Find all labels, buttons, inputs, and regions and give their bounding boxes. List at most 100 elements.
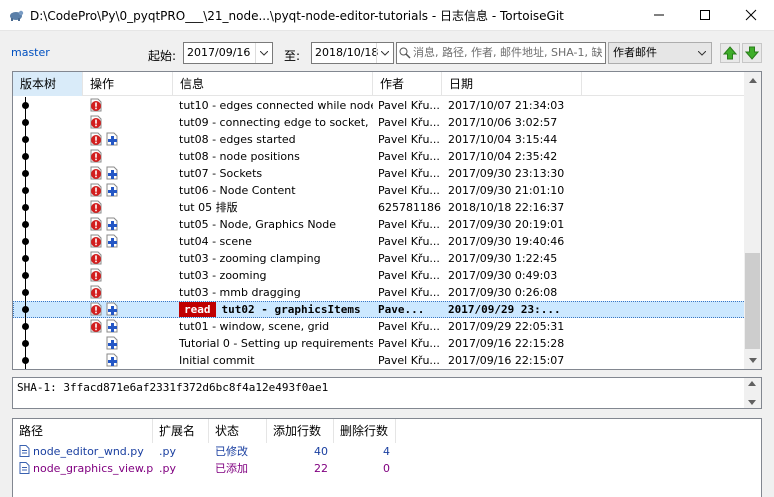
lines-added: 22 [314, 462, 328, 475]
log-row[interactable]: read tut02 - graphicsItems Pave... 2017/09/… [13, 301, 746, 318]
log-row[interactable]: Tutorial 0 - Setting up requirements Pave… [13, 335, 746, 352]
graph-cell [13, 301, 83, 318]
search-icon [399, 47, 411, 59]
maximize-icon [700, 10, 710, 20]
file-row[interactable]: node_graphics_view.py .py 已添加 22 0 [13, 460, 761, 477]
date-cell: 2017/09/30 21:01:10 [448, 184, 565, 197]
chevron-down-icon [695, 43, 709, 63]
author-cell: Pavel Křu... [378, 235, 440, 248]
commit-message: tut08 - node positions [179, 150, 300, 163]
scroll-thumb[interactable] [745, 253, 760, 349]
search-field-select[interactable]: 作者邮件 [608, 42, 712, 64]
to-date-picker[interactable]: 2018/10/18 [311, 42, 394, 64]
log-row[interactable]: tut04 - scene Pavel Křu... 2017/09/30 19:4… [13, 233, 746, 250]
message-cell: tut 05 排版 [173, 199, 373, 216]
column-header-actions[interactable]: 操作 [83, 72, 173, 96]
log-row[interactable]: tut 05 排版 625781186 2018/10/18 22:16:37 [13, 199, 746, 216]
close-button[interactable] [728, 0, 774, 31]
log-row[interactable]: tut08 - edges started Pavel Křu... 2017/10… [13, 131, 746, 148]
file-row[interactable]: node_editor_wnd.py .py 已修改 40 4 [13, 443, 761, 460]
log-row[interactable]: tut07 - Sockets Pavel Křu... 2017/09/30 23… [13, 165, 746, 182]
graph-cell [13, 352, 83, 369]
changed-files-list[interactable]: 路径 扩展名 状态 添加行数 删除行数 node_editor_wnd.py .p… [12, 418, 762, 497]
branch-link[interactable]: master [11, 46, 50, 59]
log-row[interactable]: tut03 - zooming Pavel Křu... 2017/09/30 0:… [13, 267, 746, 284]
actions-cell [83, 165, 173, 182]
log-row[interactable]: tut08 - node positions Pavel Křu... 2017/1… [13, 148, 746, 165]
column-header-path[interactable]: 路径 [13, 419, 153, 443]
log-row[interactable]: tut01 - window, scene, grid Pavel Křu... 2… [13, 318, 746, 335]
minimize-button[interactable] [636, 0, 682, 31]
modified-icon [89, 149, 103, 163]
date-cell: 2017/09/30 23:13:30 [448, 167, 565, 180]
scroll-down-icon[interactable] [744, 352, 761, 369]
author-cell: Pavel Křu... [378, 286, 440, 299]
next-button[interactable] [742, 43, 762, 63]
modified-icon [89, 183, 103, 197]
modified-icon [89, 166, 103, 180]
log-row[interactable]: tut03 - mmb dragging Pavel Křu... 2017/09/… [13, 284, 746, 301]
modified-icon [89, 285, 103, 299]
added-icon [105, 336, 119, 350]
commit-node-icon [22, 289, 29, 296]
commit-node-icon [22, 357, 29, 364]
log-row[interactable]: tut09 - connecting edge to socket, ... Pa… [13, 114, 746, 131]
log-row[interactable]: tut10 - edges connected while node... Pav… [13, 97, 746, 114]
details-scrollbar[interactable] [744, 378, 761, 408]
column-header-lines-removed[interactable]: 删除行数 [334, 419, 396, 443]
commit-node-icon [22, 153, 29, 160]
lines-removed: 4 [383, 445, 390, 458]
file-path: node_editor_wnd.py [33, 445, 144, 458]
log-row[interactable]: tut05 - Node, Graphics Node Pavel Křu... 2… [13, 216, 746, 233]
actions-cell [83, 199, 173, 216]
date-cell: 2017/09/30 0:26:08 [448, 286, 558, 299]
log-row[interactable]: tut06 - Node Content Pavel Křu... 2017/09/… [13, 182, 746, 199]
added-icon [105, 353, 119, 367]
previous-button[interactable] [720, 43, 740, 63]
log-scrollbar[interactable] [744, 72, 761, 369]
modified-icon [89, 217, 103, 231]
modified-icon [89, 251, 103, 265]
commit-node-icon [22, 187, 29, 194]
column-header-author[interactable]: 作者 [373, 72, 442, 96]
commit-message: tut05 - Node, Graphics Node [179, 218, 337, 231]
column-header-date[interactable]: 日期 [442, 72, 582, 96]
commit-node-icon [22, 136, 29, 143]
message-cell: tut04 - scene [173, 233, 373, 250]
log-header: 版本树 操作 信息 作者 日期 [13, 72, 746, 96]
date-cell: 2017/10/04 3:15:44 [448, 133, 558, 146]
close-icon [745, 9, 757, 21]
date-cell: 2017/09/29 22:05:31 [448, 320, 565, 333]
from-date-picker[interactable]: 2017/09/16 [183, 42, 273, 64]
log-list[interactable]: 版本树 操作 信息 作者 日期 tut10 - edges connected … [12, 71, 762, 370]
author-cell: Pavel Křu... [378, 133, 440, 146]
column-header-graph[interactable]: 版本树 [13, 72, 83, 96]
search-input[interactable]: 消息, 路径, 作者, 邮件地址, SHA-1, 缺 [396, 42, 606, 64]
commit-message: tut04 - scene [179, 235, 252, 248]
commit-message: tut07 - Sockets [179, 167, 263, 180]
graph-cell [13, 233, 83, 250]
author-cell: Pavel Křu... [378, 150, 440, 163]
column-header-message[interactable]: 信息 [173, 72, 373, 96]
graph-cell [13, 97, 83, 114]
column-header-extension[interactable]: 扩展名 [153, 419, 209, 443]
author-cell: Pavel Křu... [378, 167, 440, 180]
commit-node-icon [22, 221, 29, 228]
actions-cell [83, 318, 173, 335]
arrow-down-icon [745, 46, 759, 60]
message-cell: tut08 - node positions [173, 148, 373, 165]
filter-bar: master 起始: 2017/09/16 至: 2018/10/18 消息, … [0, 31, 774, 71]
column-header-lines-added[interactable]: 添加行数 [267, 419, 334, 443]
commit-message: tut08 - edges started [179, 133, 296, 146]
column-header-status[interactable]: 状态 [209, 419, 267, 443]
file-extension: .py [159, 462, 176, 475]
scroll-up-icon [748, 381, 756, 386]
maximize-button[interactable] [682, 0, 728, 31]
log-row[interactable]: tut03 - zooming clamping Pavel Křu... 2017… [13, 250, 746, 267]
commit-details-box[interactable]: SHA-1: 3ffacd871e6af2331f372d6bc8f4a12e4… [12, 377, 762, 409]
log-row[interactable]: Initial commit Pavel Křu... 2017/09/16 22:… [13, 352, 746, 369]
scroll-up-icon[interactable] [744, 72, 761, 89]
added-icon [105, 166, 119, 180]
author-cell: Pavel Křu... [378, 252, 440, 265]
graph-cell [13, 114, 83, 131]
